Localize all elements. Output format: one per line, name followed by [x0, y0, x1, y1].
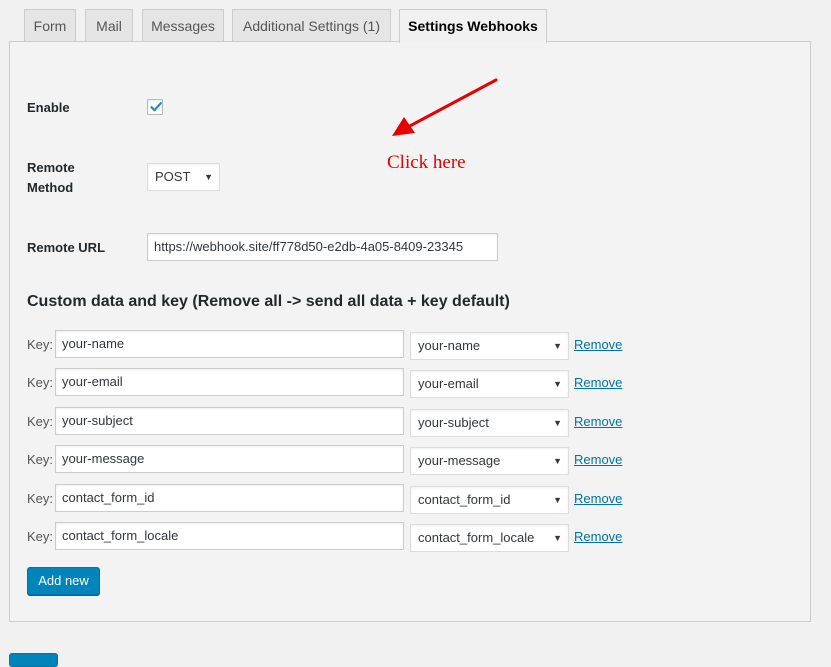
key-label: Key:: [27, 491, 54, 506]
tab-mail[interactable]: Mail: [85, 9, 133, 42]
chevron-down-icon: ▼: [204, 172, 213, 182]
key-label: Key:: [27, 414, 54, 429]
value-select[interactable]: your-message ▼: [410, 447, 569, 475]
red-arrow-icon: [392, 78, 498, 136]
remove-link[interactable]: Remove: [574, 527, 622, 547]
remote-url-label: Remote URL: [27, 240, 106, 255]
remove-link[interactable]: Remove: [574, 373, 622, 393]
chevron-down-icon: ▼: [553, 456, 562, 466]
value-select[interactable]: your-email ▼: [410, 370, 569, 398]
key-input[interactable]: your-subject: [55, 407, 404, 435]
value-select[interactable]: contact_form_locale ▼: [410, 524, 569, 552]
chevron-down-icon: ▼: [553, 341, 562, 351]
remote-method-label-line1: Remote: [27, 160, 75, 175]
click-here-annotation: Click here: [387, 152, 466, 173]
checkmark-icon: [150, 102, 162, 112]
remote-method-label-line2: Method: [27, 180, 74, 195]
custom-data-heading: Custom data and key (Remove all -> send …: [27, 293, 510, 310]
chevron-down-icon: ▼: [553, 495, 562, 505]
value-select[interactable]: your-name ▼: [410, 332, 569, 360]
tab-messages[interactable]: Messages: [142, 9, 224, 42]
key-label: Key:: [27, 452, 54, 467]
enable-checkbox[interactable]: [147, 99, 163, 115]
key-label: Key:: [27, 375, 54, 390]
webhook-settings-panel: Enable Click here Remote Method POST ▼ R…: [9, 41, 811, 622]
value-select-label: your-name: [418, 338, 481, 353]
tab-form[interactable]: Form: [24, 9, 76, 42]
save-button[interactable]: [9, 653, 58, 667]
chevron-down-icon: ▼: [553, 379, 562, 389]
key-input[interactable]: your-name: [55, 330, 404, 358]
value-select-label: your-message: [418, 453, 501, 468]
key-input[interactable]: your-message: [55, 445, 404, 473]
tab-additional-settings[interactable]: Additional Settings (1): [232, 9, 391, 42]
tab-bar: Form Mail Messages Additional Settings (…: [0, 0, 831, 43]
key-input[interactable]: your-email: [55, 368, 404, 396]
value-select[interactable]: your-subject ▼: [410, 409, 569, 437]
value-select-label: contact_form_locale: [418, 530, 535, 545]
add-new-button[interactable]: Add new: [27, 567, 100, 595]
remove-link[interactable]: Remove: [574, 450, 622, 470]
remove-link[interactable]: Remove: [574, 412, 622, 432]
remove-link[interactable]: Remove: [574, 489, 622, 509]
remote-url-input[interactable]: https://webhook.site/ff778d50-e2db-4a05-…: [147, 233, 498, 261]
value-select-label: your-subject: [418, 415, 489, 430]
value-select[interactable]: contact_form_id ▼: [410, 486, 569, 514]
value-select-label: your-email: [418, 376, 479, 391]
key-label: Key:: [27, 529, 54, 544]
enable-label: Enable: [27, 100, 70, 115]
key-input[interactable]: contact_form_id: [55, 484, 404, 512]
tab-settings-webhooks[interactable]: Settings Webhooks: [399, 9, 547, 43]
remote-method-select[interactable]: POST ▼: [147, 163, 220, 191]
key-input[interactable]: contact_form_locale: [55, 522, 404, 550]
key-label: Key:: [27, 337, 54, 352]
chevron-down-icon: ▼: [553, 533, 562, 543]
remove-link[interactable]: Remove: [574, 335, 622, 355]
chevron-down-icon: ▼: [553, 418, 562, 428]
remote-method-value: POST: [155, 169, 191, 184]
value-select-label: contact_form_id: [418, 492, 511, 507]
